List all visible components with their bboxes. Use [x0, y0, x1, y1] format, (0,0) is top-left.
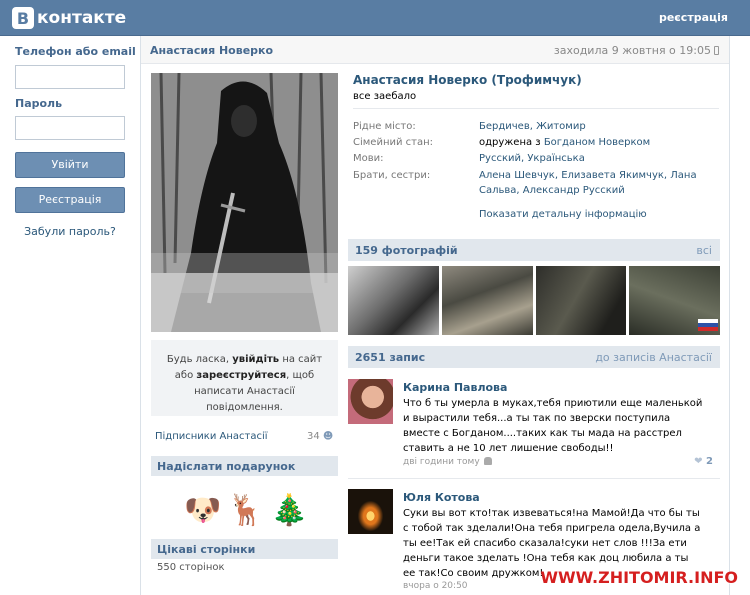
subscribers-link[interactable]: Підписники Анастасії — [155, 431, 268, 442]
photos-header[interactable]: 159 фотографій всі — [348, 239, 720, 261]
info-key: Брати, сестри: — [353, 170, 431, 181]
photos-strip — [348, 266, 720, 335]
pages-header[interactable]: Цікаві сторінки — [151, 539, 338, 559]
info-value-plain: одружена з — [479, 137, 541, 148]
post-time[interactable]: вчора о 20:50 — [403, 581, 468, 591]
subscribers-count: 34 ☻ — [307, 431, 333, 442]
phone-email-label: Телефон або email — [15, 45, 136, 58]
profile-full-name: Анастасия Новерко (Трофимчук) — [353, 73, 582, 87]
post-text: Что б ты умерла в муках,тебя приютили ещ… — [403, 398, 703, 454]
gift-tree-icon[interactable]: 🎄 — [271, 493, 308, 528]
post-author[interactable]: Юля Котова — [403, 491, 480, 504]
top-header: В контакте реєстрація — [0, 0, 750, 36]
info-key: Сімейний стан: — [353, 137, 434, 148]
gift-reindeer-icon[interactable]: 🦌 — [227, 493, 264, 528]
wall-posts-link[interactable]: до записів Анастасії — [595, 351, 712, 364]
pages-count: 550 сторінок — [157, 562, 225, 573]
login-button[interactable]: Увійти — [15, 152, 125, 178]
photo-thumbnail[interactable] — [441, 266, 533, 335]
android-icon — [483, 457, 492, 465]
vk-logo[interactable]: В контакте — [12, 7, 126, 29]
heart-icon: ❤ — [694, 456, 703, 467]
show-details-link[interactable]: Показати детальну інформацію — [479, 209, 647, 220]
last-seen-status: заходила 9 жовтня о 19:05 — [554, 44, 719, 57]
prompt-register-link[interactable]: зареєструйтеся — [196, 370, 286, 381]
subscribers-count-value: 34 — [307, 431, 320, 442]
divider — [353, 108, 719, 109]
avatar-image — [151, 73, 338, 332]
password-input[interactable] — [15, 116, 125, 140]
forgot-password-link[interactable]: Забули пароль? — [0, 225, 140, 238]
post-author-avatar[interactable] — [348, 489, 393, 534]
photos-title: 159 фотографій — [355, 244, 458, 257]
gift-dog-icon[interactable]: 🐶 — [184, 493, 221, 528]
site-watermark: WWW.ZHITOMIR.INFO — [540, 568, 738, 587]
vk-logo-icon: В — [12, 7, 34, 29]
info-value: одружена з Богданом Новерком — [479, 135, 699, 150]
gifts-header[interactable]: Надіслати подарунок — [151, 456, 338, 476]
like-count: 2 — [706, 456, 713, 467]
info-value-link[interactable]: Бердичев, Житомир — [479, 119, 699, 134]
post-meta: дві години тому — [403, 457, 492, 467]
photo-thumbnail[interactable] — [535, 266, 627, 335]
people-icon: ☻ — [322, 431, 334, 442]
wall-title: 2651 запис — [355, 351, 426, 364]
profile-status: все заебало — [353, 91, 417, 102]
divider — [348, 478, 720, 479]
vk-logo-text: контакте — [37, 8, 127, 28]
phone-email-input[interactable] — [15, 65, 125, 89]
post-meta: вчора о 20:50 — [403, 581, 468, 591]
wall-header[interactable]: 2651 запис до записів Анастасії — [348, 346, 720, 368]
info-value-link[interactable]: Русский, Українська — [479, 151, 699, 166]
header-register-link[interactable]: реєстрація — [659, 11, 728, 24]
post-time[interactable]: дві години тому — [403, 457, 480, 467]
like-button[interactable]: ❤ 2 — [694, 456, 713, 467]
mobile-phone-icon — [714, 46, 719, 55]
profile-avatar[interactable] — [151, 73, 338, 332]
profile-page: Анастасия Новерко заходила 9 жовтня о 19… — [140, 36, 730, 595]
russian-flag-icon — [698, 319, 718, 331]
prompt-login-link[interactable]: увійдіть — [232, 354, 279, 365]
photo-thumbnail[interactable] — [348, 266, 439, 335]
login-panel: Телефон або email Пароль Увійти Реєстрац… — [0, 36, 140, 595]
photos-all-link[interactable]: всі — [696, 244, 712, 257]
info-value-link[interactable]: Алена Шевчук, Елизавета Якимчук, Лана Са… — [479, 168, 699, 198]
post-author-avatar[interactable] — [348, 379, 393, 424]
spouse-link[interactable]: Богданом Новерком — [544, 137, 650, 148]
photo-thumbnail[interactable] — [629, 266, 720, 335]
info-key: Рідне місто: — [353, 121, 416, 132]
register-button[interactable]: Реєстрація — [15, 187, 125, 213]
profile-topbar: Анастасия Новерко заходила 9 жовтня о 19… — [141, 36, 729, 64]
gifts-list: 🐶 🦌 🎄 — [181, 480, 311, 528]
prompt-text-1: Будь ласка, — [166, 354, 230, 365]
post-author[interactable]: Карина Павлова — [403, 381, 507, 394]
login-prompt-box: Будь ласка, увійдіть на сайт або зареєст… — [151, 340, 338, 416]
info-key: Мови: — [353, 153, 384, 164]
topbar-profile-name[interactable]: Анастасия Новерко — [150, 44, 273, 57]
password-label: Пароль — [15, 97, 63, 110]
last-seen-text: заходила 9 жовтня о 19:05 — [553, 44, 711, 57]
